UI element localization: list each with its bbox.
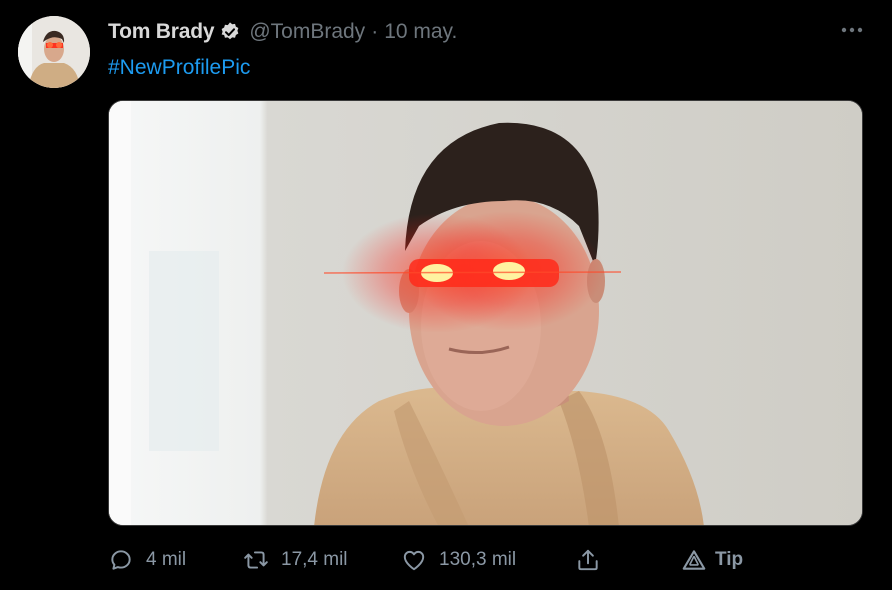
hashtag-link[interactable]: #NewProfilePic: [108, 56, 250, 84]
share-button[interactable]: [575, 540, 613, 580]
retweet-icon: [243, 547, 269, 573]
reply-button[interactable]: 4 mil: [108, 540, 186, 580]
tweet-photo[interactable]: [108, 100, 863, 526]
tweet-header: Tom Brady @TomBrady · 10 may.: [108, 17, 457, 47]
tweet-card[interactable]: Tom Brady @TomBrady · 10 may. #NewProfil…: [0, 0, 892, 590]
tip-icon: [681, 547, 707, 573]
tweet-timestamp[interactable]: 10 may.: [384, 20, 457, 44]
reply-icon: [108, 547, 134, 573]
verified-badge-icon: [219, 21, 241, 43]
like-button[interactable]: 130,3 mil: [401, 540, 516, 580]
retweet-button[interactable]: 17,4 mil: [243, 540, 348, 580]
photo-image: [109, 101, 862, 525]
author-handle[interactable]: @TomBrady: [249, 20, 365, 44]
reply-count: 4 mil: [146, 549, 187, 570]
tip-label: Tip: [715, 549, 744, 570]
author-avatar[interactable]: [18, 16, 90, 88]
like-heart-icon: [401, 547, 427, 573]
tip-button[interactable]: Tip: [681, 540, 743, 580]
more-options-icon[interactable]: [838, 20, 866, 40]
tweet-actions: 4 mil 17,4 mil 130,3 mil Tip: [0, 540, 892, 580]
retweet-count: 17,4 mil: [281, 549, 348, 570]
header-separator: ·: [371, 20, 379, 43]
author-name[interactable]: Tom Brady: [108, 20, 215, 44]
like-count: 130,3 mil: [439, 549, 517, 570]
share-icon: [575, 547, 601, 573]
avatar-image: [18, 16, 90, 88]
